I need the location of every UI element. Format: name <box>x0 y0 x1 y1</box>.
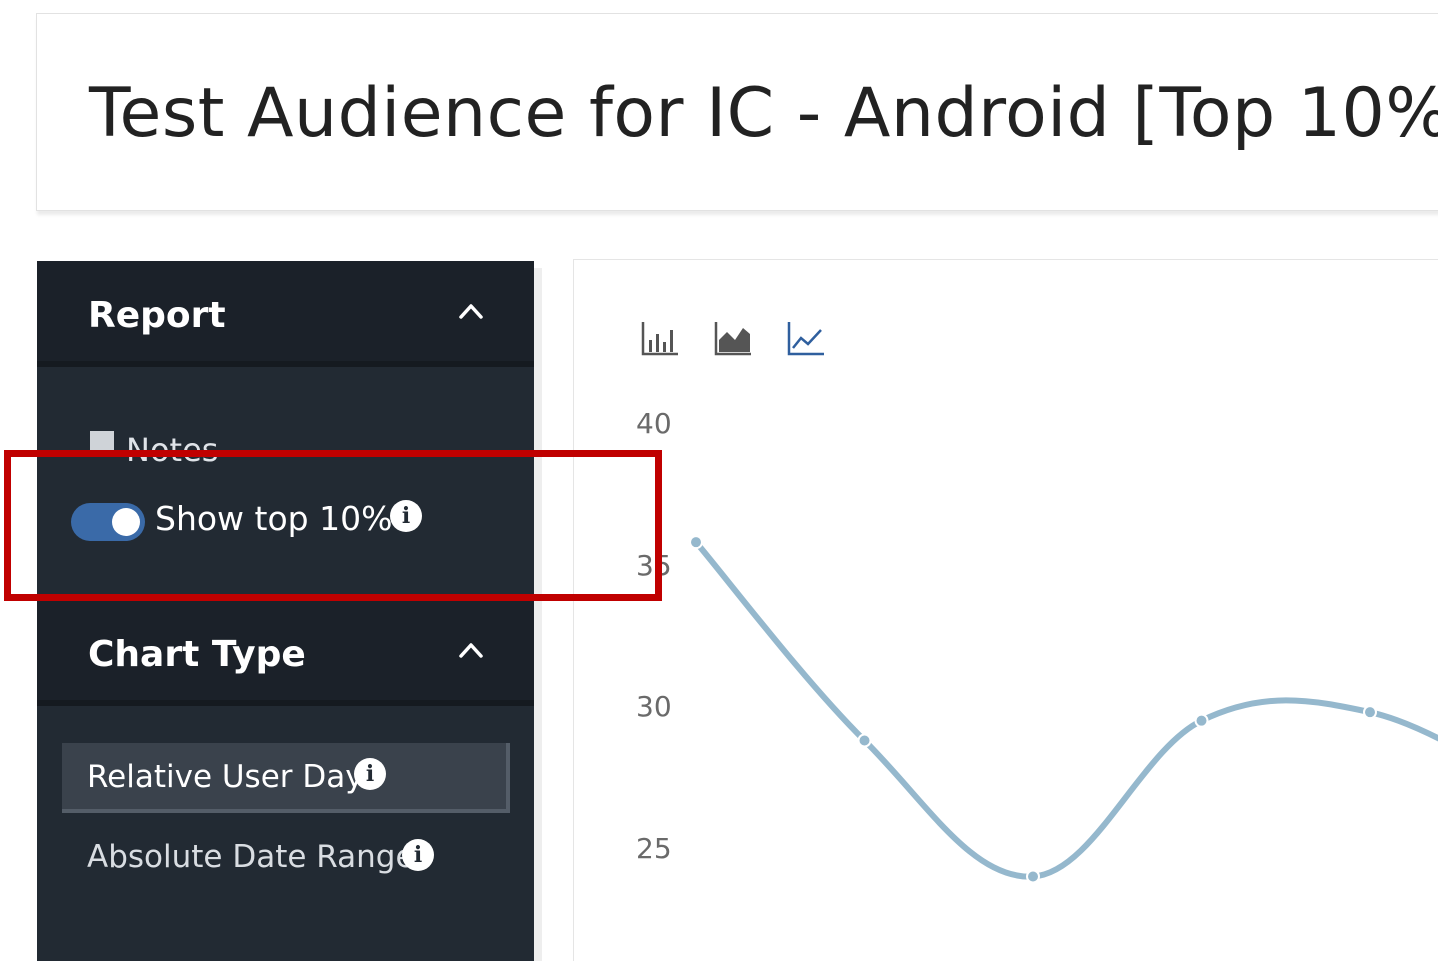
chevron-up-icon[interactable] <box>458 301 484 321</box>
data-point[interactable] <box>1194 713 1209 728</box>
highlight-box <box>4 450 662 601</box>
chart-type-option-absolute[interactable]: Absolute Date Range i <box>62 823 510 893</box>
report-section-header[interactable]: Report <box>37 261 534 367</box>
sidebar-shadow <box>534 268 542 961</box>
chart-type-option-relative[interactable]: Relative User Day i <box>62 743 510 813</box>
title-card: Test Audience for IC - Android [Top 10% <box>36 13 1438 211</box>
option-label: Absolute Date Range <box>87 839 415 875</box>
data-point[interactable] <box>1363 705 1377 720</box>
chart-card: 40 35 30 25 <box>573 259 1438 961</box>
option-label: Relative User Day <box>87 759 364 795</box>
data-point[interactable] <box>1026 869 1040 884</box>
chart-type-section-header[interactable]: Chart Type <box>37 600 534 706</box>
sidebar: Report Notes Show top 10% i Chart Type R… <box>37 261 534 961</box>
page-title: Test Audience for IC - Android [Top 10% <box>89 74 1438 153</box>
info-icon[interactable]: i <box>402 839 434 871</box>
series-line <box>693 539 1438 880</box>
chart-type-section-title: Chart Type <box>88 634 306 675</box>
info-icon[interactable]: i <box>354 758 386 790</box>
line-chart-plot <box>689 535 1438 884</box>
report-section-title: Report <box>88 295 226 336</box>
data-point[interactable] <box>689 535 703 550</box>
data-point[interactable] <box>857 733 872 748</box>
chevron-up-icon[interactable] <box>458 640 484 660</box>
